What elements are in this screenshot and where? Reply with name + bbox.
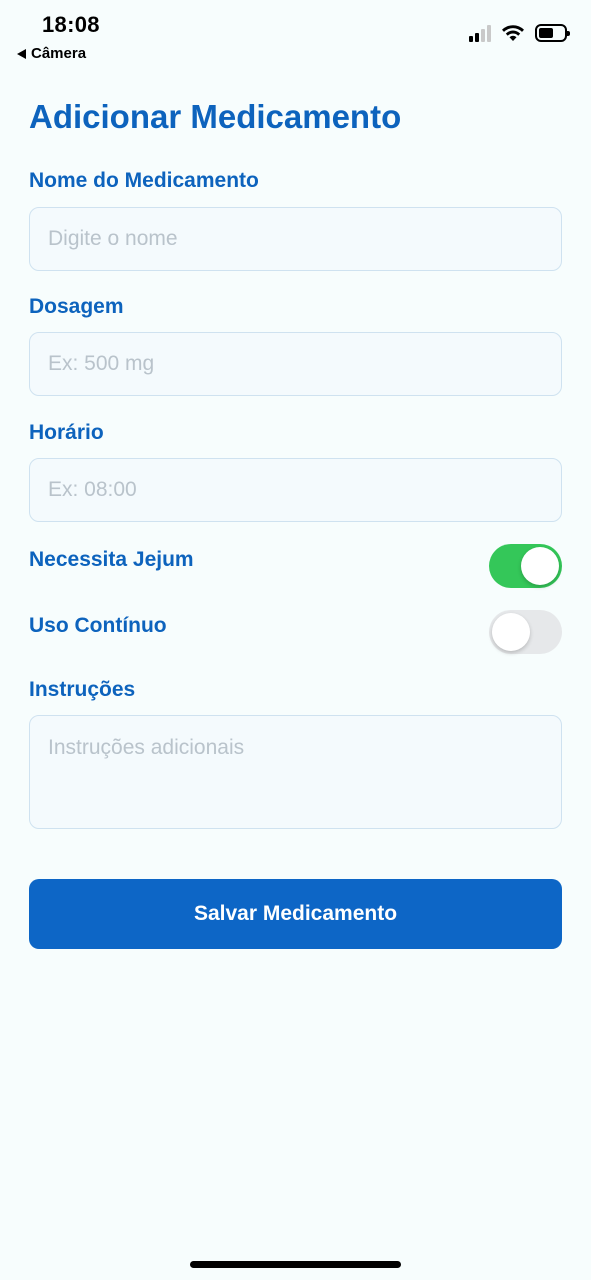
time-label: Horário — [29, 421, 104, 444]
toggle-knob — [492, 613, 530, 651]
status-time: 18:08 — [42, 12, 100, 37]
time-input[interactable]: Ex: 08:00 — [29, 458, 562, 522]
page-title: Adicionar Medicamento — [29, 98, 402, 135]
back-arrow-icon — [17, 48, 26, 59]
save-medication-button[interactable]: Salvar Medicamento — [29, 879, 562, 949]
instructions-label: Instruções — [29, 678, 136, 701]
status-indicators — [469, 24, 570, 42]
name-label: Nome do Medicamento — [29, 169, 259, 192]
back-to-camera-link[interactable]: Câmera — [17, 45, 86, 62]
time-placeholder: Ex: 08:00 — [48, 478, 137, 501]
back-label: Câmera — [31, 45, 87, 62]
fasting-toggle[interactable] — [489, 544, 562, 588]
toggle-knob — [521, 547, 559, 585]
instructions-textarea[interactable]: Instruções adicionais — [29, 715, 562, 829]
dosage-placeholder: Ex: 500 mg — [48, 352, 155, 375]
screen: 18:08 Câmera Adicionar Medicamento Nome … — [0, 0, 591, 1280]
continuous-use-label: Uso Contínuo — [29, 614, 167, 637]
home-indicator[interactable] — [190, 1261, 401, 1268]
name-placeholder: Digite o nome — [48, 227, 178, 250]
continuous-use-toggle[interactable] — [489, 610, 562, 654]
name-input[interactable]: Digite o nome — [29, 207, 562, 271]
dosage-label: Dosagem — [29, 295, 124, 318]
battery-icon — [535, 24, 570, 42]
wifi-icon — [502, 25, 524, 41]
dosage-input[interactable]: Ex: 500 mg — [29, 332, 562, 396]
instructions-placeholder: Instruções adicionais — [48, 736, 245, 759]
cellular-signal-icon — [469, 24, 491, 42]
fasting-label: Necessita Jejum — [29, 548, 194, 571]
